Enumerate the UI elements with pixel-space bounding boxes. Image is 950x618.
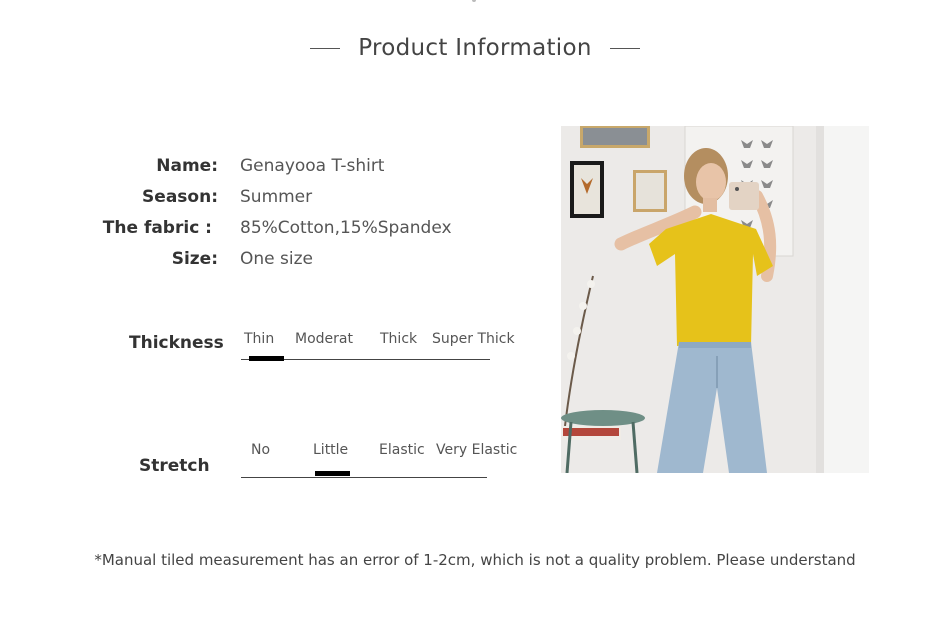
stretch-label: Stretch <box>139 456 210 476</box>
stretch-option-little: Little <box>313 442 349 458</box>
stretch-selected-marker <box>315 471 350 476</box>
spec-label-name: Name: <box>156 156 218 176</box>
stretch-option-very-elastic: Very Elastic <box>436 442 518 458</box>
spec-row-fabric: The fabric : <box>0 216 212 240</box>
stretch-scale-line <box>241 477 487 478</box>
spec-value-size: One size <box>240 249 313 269</box>
thickness-option-moderat: Moderat <box>295 331 353 347</box>
stretch-option-no: No <box>251 442 271 458</box>
spec-label-season: Season: <box>142 187 218 207</box>
thickness-option-super-thick: Super Thick <box>432 331 515 347</box>
stretch-option-elastic: Elastic <box>379 442 425 458</box>
spec-row-size: Size: <box>0 247 218 271</box>
thickness-option-thin: Thin <box>244 331 275 347</box>
header-right-rule <box>609 47 640 49</box>
spec-value-season: Summer <box>240 187 313 207</box>
measurement-disclaimer: *Manual tiled measurement has an error o… <box>94 551 856 569</box>
thickness-selected-marker <box>249 356 284 361</box>
section-header: Product Information <box>0 33 950 63</box>
thickness-option-thick: Thick <box>380 331 418 347</box>
spec-label-fabric: The fabric : <box>102 218 212 238</box>
section-title: Product Information <box>358 35 592 61</box>
spec-row-season: Season: <box>0 185 218 209</box>
spec-value-name: Genayooa T-shirt <box>240 156 385 176</box>
header-left-rule <box>310 47 341 49</box>
product-photo <box>561 126 869 473</box>
spec-label-size: Size: <box>171 249 218 269</box>
top-divider-dot <box>472 0 476 2</box>
product-info-page: Product Information Name: Genayooa T-shi… <box>0 0 950 618</box>
thickness-label: Thickness <box>129 333 224 353</box>
spec-row-name: Name: <box>0 154 218 178</box>
spec-value-fabric: 85%Cotton,15%Spandex <box>240 218 452 238</box>
